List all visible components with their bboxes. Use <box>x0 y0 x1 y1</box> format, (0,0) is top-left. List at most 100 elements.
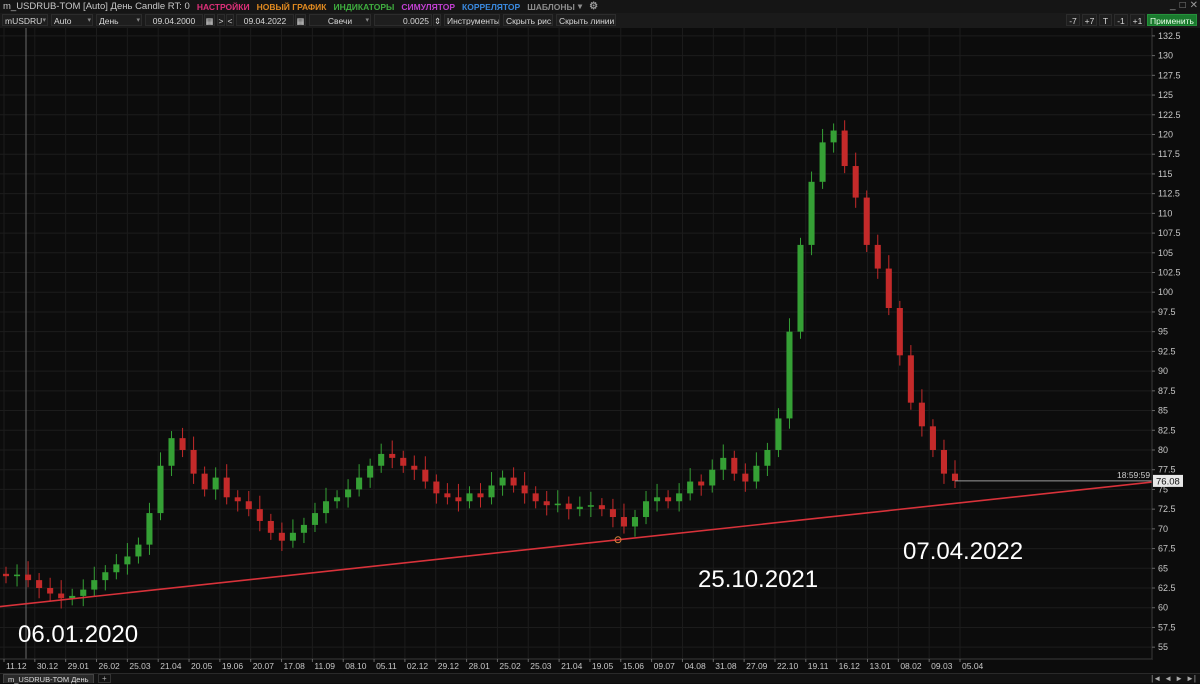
hide-drawings-button[interactable]: Скрыть рис. <box>503 14 553 26</box>
candle-body <box>36 580 43 589</box>
y-tick-label: 55 <box>1158 642 1168 652</box>
menu-templates-chevron-icon[interactable]: ▾ <box>578 1 582 12</box>
countdown-label: 18:59:59 <box>1117 470 1150 480</box>
menu-correlator[interactable]: КОРРЕЛЯТОР <box>462 2 520 12</box>
toolbar: mUSDRU ▾ Auto ▾ День ▾ 09.04.2000 ▦ > < … <box>0 13 1200 29</box>
period-select[interactable]: День ▾ <box>96 14 142 26</box>
y-tick-label: 100 <box>1158 287 1173 297</box>
minimize-icon[interactable]: _ <box>1170 0 1176 11</box>
calendar-to-icon[interactable]: ▦ <box>295 14 306 26</box>
candle-body <box>14 574 21 577</box>
menu-settings[interactable]: НАСТРОЙКИ <box>197 2 250 12</box>
x-tick-label: 04.08 <box>684 661 706 671</box>
candle-body <box>256 509 263 521</box>
date-to-field[interactable]: 09.04.2022 <box>236 14 294 26</box>
menu-indicators[interactable]: ИНДИКАТОРЫ <box>333 2 394 12</box>
plus1-button[interactable]: +1 <box>1130 14 1145 26</box>
x-tick-label: 28.01 <box>469 661 491 671</box>
candle-body <box>654 497 661 502</box>
candle-body <box>753 465 760 482</box>
mode-select[interactable]: Auto ▾ <box>51 14 93 26</box>
y-tick-label: 82.5 <box>1158 425 1176 435</box>
mode-value: Auto <box>54 16 72 26</box>
x-tick-label: 15.06 <box>623 661 645 671</box>
y-tick-label: 87.5 <box>1158 386 1176 396</box>
minus1-button[interactable]: -1 <box>1114 14 1128 26</box>
nav-right-button[interactable]: > <box>217 14 225 26</box>
y-tick-label: 107.5 <box>1158 228 1181 238</box>
x-tick-label: 20.07 <box>253 661 275 671</box>
y-tick-label: 110 <box>1158 208 1172 218</box>
menu-simulator[interactable]: СИМУЛЯТОР <box>401 2 455 12</box>
y-tick-label: 102.5 <box>1158 268 1181 278</box>
menu-new-chart[interactable]: НОВЫЙ ГРАФИК <box>257 2 327 12</box>
candle-body <box>709 469 716 486</box>
x-tick-label: 31.08 <box>715 661 737 671</box>
y-tick-label: 105 <box>1158 248 1173 258</box>
x-tick-label: 26.02 <box>99 661 121 671</box>
candle-body <box>907 355 914 403</box>
y-tick-label: 67.5 <box>1158 544 1176 554</box>
x-tick-label: 21.04 <box>561 661 583 671</box>
nav-left-button[interactable]: < <box>226 14 234 26</box>
step-field[interactable]: 0.0025 <box>374 14 432 26</box>
x-tick-label: 25.02 <box>499 661 521 671</box>
candle-body <box>245 501 252 510</box>
calendar-from-icon[interactable]: ▦ <box>204 14 215 26</box>
candle-body <box>433 481 440 494</box>
candle-body <box>819 142 826 182</box>
x-tick-label: 11.12 <box>6 661 27 671</box>
hide-lines-button[interactable]: Скрыть линии <box>556 14 616 26</box>
candle-body <box>499 477 506 486</box>
t-button[interactable]: T <box>1099 14 1112 26</box>
candle-body <box>841 130 848 167</box>
candle-body <box>665 497 672 502</box>
date-from-field[interactable]: 09.04.2000 <box>145 14 203 26</box>
candle-body <box>742 473 749 482</box>
candle-body <box>455 497 462 502</box>
candle-body <box>334 497 341 502</box>
candle-body <box>378 453 385 466</box>
candle-body <box>477 493 484 498</box>
maximize-icon[interactable]: □ <box>1180 0 1186 11</box>
x-tick-label: 19.06 <box>222 661 244 671</box>
x-tick-label: 19.11 <box>808 661 829 671</box>
candle-body <box>289 532 296 541</box>
price-chart[interactable]: 18:59:59 5557.56062.56567.57072.57577.58… <box>0 28 1200 673</box>
candle-body <box>896 308 903 356</box>
candle-body <box>918 402 925 427</box>
step-spin-icon[interactable]: ⇕ <box>433 14 441 26</box>
x-tick-label: 21.04 <box>160 661 182 671</box>
candle-body <box>642 501 650 518</box>
period-value: День <box>99 16 119 26</box>
x-tick-label: 25.03 <box>530 661 552 671</box>
candle-body <box>113 564 120 573</box>
chevron-down-icon: ▾ <box>136 17 140 24</box>
annotation-label: 06.01.2020 <box>18 621 138 648</box>
candle-body <box>687 481 694 494</box>
x-tick-label: 08.02 <box>900 661 922 671</box>
candle-body <box>940 449 947 474</box>
settings-gear-icon[interactable]: ⚙ <box>589 1 598 12</box>
candle-body <box>223 477 230 498</box>
candle-body <box>367 465 374 478</box>
menu-templates[interactable]: ШАБЛОНЫ <box>527 2 575 12</box>
candle-body <box>466 493 473 502</box>
x-tick-label: 30.12 <box>37 661 59 671</box>
candle-body <box>764 449 771 466</box>
instruments-button[interactable]: Инструменты <box>444 14 500 26</box>
y-tick-label: 77.5 <box>1158 465 1176 475</box>
candle-body <box>389 453 396 458</box>
instrument-select[interactable]: mUSDRU ▾ <box>2 14 48 26</box>
apply-button[interactable]: Применить <box>1147 14 1197 26</box>
candle-body <box>620 517 627 527</box>
minus7-button[interactable]: -7 <box>1066 14 1080 26</box>
annotation-label: 25.10.2021 <box>698 566 818 593</box>
chart-type-select[interactable]: Свечи ▾ <box>309 14 371 26</box>
instrument-value: mUSDRU <box>5 16 43 26</box>
x-tick-label: 13.01 <box>869 661 891 671</box>
y-tick-label: 122.5 <box>1158 110 1181 120</box>
candle-body <box>444 493 451 498</box>
close-icon[interactable]: ✕ <box>1190 0 1198 11</box>
plus7-button[interactable]: +7 <box>1082 14 1097 26</box>
